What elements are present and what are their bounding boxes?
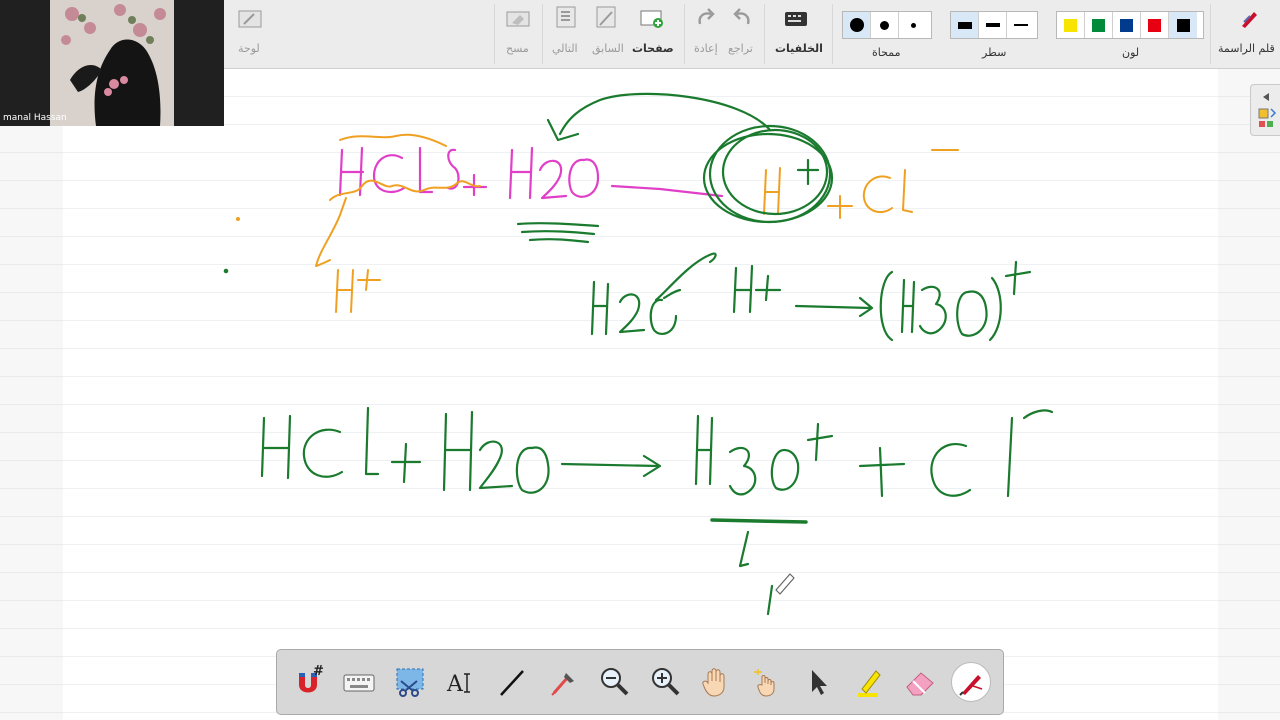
zoom-out-tool[interactable] bbox=[591, 658, 637, 706]
highlighter-icon bbox=[858, 670, 881, 697]
select-arrow-tool[interactable] bbox=[795, 658, 841, 706]
participant-name: manal Hassan bbox=[3, 113, 67, 123]
highlighter-tool[interactable] bbox=[846, 658, 892, 706]
previous-label: السابق bbox=[592, 42, 624, 55]
pen-cursor-icon bbox=[775, 573, 795, 595]
webcam-video bbox=[0, 0, 224, 126]
pages-label: صفحات bbox=[632, 42, 674, 55]
hand-icon bbox=[702, 668, 725, 697]
pan-hand-tool[interactable] bbox=[693, 658, 739, 706]
eraser-size-group: ممحاة bbox=[840, 0, 934, 68]
zoom-in-icon bbox=[652, 668, 680, 696]
text-tool[interactable]: A bbox=[438, 658, 484, 706]
next-page-button[interactable]: التالي bbox=[550, 0, 586, 68]
eraser-size-options bbox=[842, 11, 932, 39]
line-label: سطر bbox=[982, 46, 1007, 59]
eraser-medium-option[interactable] bbox=[871, 12, 899, 38]
clear-label: مسح bbox=[506, 42, 529, 55]
color-picker-tool[interactable] bbox=[540, 658, 586, 706]
color-swatches bbox=[1056, 11, 1204, 39]
eyedropper-icon bbox=[551, 673, 574, 696]
board-icon bbox=[238, 10, 262, 28]
pen-icon bbox=[1242, 12, 1257, 28]
undo-arrow-icon bbox=[733, 8, 750, 25]
pen-tool-button[interactable]: قلم الراسمة bbox=[1214, 0, 1280, 68]
previous-page-button[interactable]: السابق bbox=[588, 0, 626, 68]
redo-button[interactable]: إعادة bbox=[690, 0, 724, 68]
ink-hcl-orange bbox=[236, 133, 959, 313]
scissors-capture-icon bbox=[396, 668, 424, 697]
text-ai-icon: A bbox=[446, 672, 470, 697]
line-width-group: سطر bbox=[948, 0, 1042, 68]
zoom-in-tool[interactable] bbox=[642, 658, 688, 706]
line-tool[interactable] bbox=[489, 658, 535, 706]
laser-pointer-tool[interactable] bbox=[744, 658, 790, 706]
line-width-options bbox=[950, 11, 1038, 39]
backgrounds-label: الخلفيات bbox=[775, 42, 823, 55]
red-pen-icon bbox=[959, 675, 983, 696]
backgrounds-button[interactable]: الخلفيات bbox=[768, 0, 826, 68]
color-label: لون bbox=[1122, 46, 1140, 59]
side-panel-handle[interactable] bbox=[1250, 84, 1280, 136]
swatch-black[interactable] bbox=[1169, 12, 1197, 38]
laser-hand-icon bbox=[754, 669, 775, 697]
pages-button[interactable]: صفحات bbox=[630, 0, 676, 68]
svg-text:A: A bbox=[446, 672, 464, 697]
line-thick-option[interactable] bbox=[951, 12, 979, 38]
pen-tool[interactable] bbox=[948, 658, 994, 706]
line-medium-option[interactable] bbox=[979, 12, 1007, 38]
bottom-tool-palette: # A bbox=[276, 649, 1004, 715]
redo-label: إعادة bbox=[694, 42, 718, 55]
ink-hcl-magenta bbox=[338, 146, 724, 200]
screen-capture-tool[interactable] bbox=[387, 658, 433, 706]
add-page-icon bbox=[640, 10, 663, 28]
swatch-blue[interactable] bbox=[1113, 12, 1141, 38]
undo-button[interactable]: تراجع bbox=[724, 0, 758, 68]
pen-tool-label: قلم الراسمة bbox=[1218, 42, 1275, 55]
keyboard-grid-icon bbox=[785, 12, 807, 26]
eraser-tool[interactable] bbox=[897, 658, 943, 706]
keyboard-icon bbox=[343, 674, 375, 692]
cursor-arrow-icon bbox=[812, 670, 827, 695]
previous-page-icon bbox=[596, 6, 616, 28]
undo-label: تراجع bbox=[728, 42, 753, 55]
swatch-yellow[interactable] bbox=[1057, 12, 1085, 38]
next-page-icon bbox=[556, 6, 576, 28]
color-group: لون bbox=[1054, 0, 1206, 68]
expand-side-panel-icon bbox=[1258, 93, 1277, 127]
svg-text:#: # bbox=[313, 665, 324, 679]
board-button[interactable]: لوحة bbox=[224, 0, 268, 68]
clear-button[interactable]: مسح bbox=[498, 0, 538, 68]
magnet-hash-tool[interactable]: # bbox=[285, 658, 331, 706]
magnet-icon: # bbox=[299, 665, 324, 693]
line-icon bbox=[500, 670, 524, 696]
keyboard-tool[interactable] bbox=[336, 658, 382, 706]
zoom-out-icon bbox=[601, 668, 629, 696]
participant-webcam[interactable]: manal Hassan bbox=[0, 0, 224, 126]
pen-tool-active-indicator bbox=[951, 662, 991, 702]
line-thin-option[interactable] bbox=[1007, 12, 1035, 38]
swatch-green[interactable] bbox=[1085, 12, 1113, 38]
redo-arrow-icon bbox=[698, 8, 715, 25]
eraser-label: ممحاة bbox=[872, 46, 901, 59]
eraser-small-option[interactable] bbox=[899, 12, 927, 38]
eraser-icon bbox=[906, 672, 934, 696]
clear-eraser-icon bbox=[506, 11, 530, 27]
board-label: لوحة bbox=[238, 42, 260, 55]
eraser-large-option[interactable] bbox=[843, 12, 871, 38]
swatch-red[interactable] bbox=[1141, 12, 1169, 38]
next-label: التالي bbox=[552, 42, 578, 55]
